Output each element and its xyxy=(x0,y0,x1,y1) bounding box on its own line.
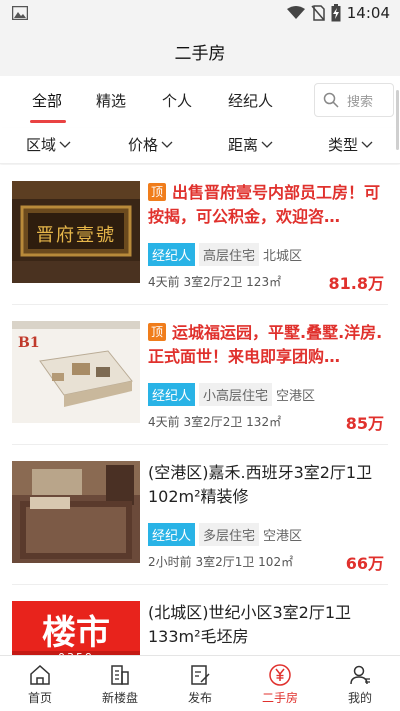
nav-label: 新楼盘 xyxy=(101,691,138,705)
listing-thumbnail: 楼市 0359 xyxy=(12,601,140,655)
search-icon xyxy=(323,92,339,108)
agent-tag: 经纪人 xyxy=(148,383,196,406)
list-item[interactable]: 晋府壹號 顶出售晋府壹号内部员工房！可按揭，可公积金，欢迎咨… 经纪人 高层住宅… xyxy=(0,165,400,305)
property-type-tag: 高层住宅 xyxy=(199,243,260,266)
tab-all[interactable]: 全部 xyxy=(32,90,62,111)
listing-info: 顶出售晋府壹号内部员工房！可按揭，可公积金，欢迎咨… 经纪人 高层住宅 北城区 … xyxy=(148,181,388,293)
nav-label: 发布 xyxy=(187,691,212,705)
agent-tag: 经纪人 xyxy=(148,523,196,546)
filter-type[interactable]: 类型 xyxy=(328,134,373,155)
battery-charging-icon xyxy=(331,4,341,22)
tabs-row: 全部 精选 个人 经纪人 搜索 xyxy=(0,76,400,128)
property-type-tag: 小高层住宅 xyxy=(199,383,273,406)
tab-personal[interactable]: 个人 xyxy=(162,90,192,111)
tab-agent[interactable]: 经纪人 xyxy=(228,90,273,111)
floorplan-label: B1 xyxy=(18,335,40,351)
property-type-tag: 多层住宅 xyxy=(199,523,260,546)
no-sim-icon xyxy=(311,5,325,21)
tab-featured[interactable]: 精选 xyxy=(96,90,126,111)
home-icon xyxy=(30,664,50,685)
listing-meta: 4天前 3室2厅2卫 123㎡ xyxy=(148,275,282,289)
listing-title[interactable]: (北城区)世纪小区3室2厅1卫133m²毛坯房 xyxy=(148,601,388,649)
listing-thumbnail: 晋府壹號 xyxy=(12,181,140,283)
clock: 14:04 xyxy=(346,4,390,22)
top-badge: 顶 xyxy=(148,183,166,201)
nav-label: 首页 xyxy=(27,691,52,705)
listing-price: 85万 xyxy=(345,414,384,433)
nav-new-homes[interactable]: 新楼盘 xyxy=(80,656,160,711)
listing-price: 66万 xyxy=(345,554,384,573)
thumbnail-sign-text: 晋府壹號 xyxy=(36,225,116,246)
search-placeholder: 搜索 xyxy=(347,94,374,110)
agent-tag: 经纪人 xyxy=(148,243,196,266)
listing-list[interactable]: 晋府壹號 顶出售晋府壹号内部员工房！可按揭，可公积金，欢迎咨… 经纪人 高层住宅… xyxy=(0,165,400,655)
filter-price[interactable]: 价格 xyxy=(128,134,173,155)
listing-info: (北城区)世纪小区3室2厅1卫133m²毛坯房 xyxy=(148,601,388,649)
yen-circle-icon xyxy=(269,664,291,686)
listing-info: (空港区)嘉禾.西班牙3室2厅1卫102m²精装修 经纪人 多层住宅 空港区 2… xyxy=(148,461,388,573)
listing-info: 顶运城福运园，平墅.叠墅.洋房.正式面世！来电即享团购… 经纪人 小高层住宅 空… xyxy=(148,321,388,433)
listing-meta: 2小时前 3室2厅1卫 102㎡ xyxy=(148,555,294,569)
nav-home[interactable]: 首页 xyxy=(0,656,80,711)
filter-label: 价格 xyxy=(128,136,159,154)
listing-price: 81.8万 xyxy=(328,274,384,293)
listing-title-text: 运城福运园，平墅.叠墅.洋房.正式面世！来电即享团购… xyxy=(148,323,383,366)
user-icon xyxy=(350,665,370,685)
listing-title-text: 出售晋府壹号内部员工房！可按揭，可公积金，欢迎咨… xyxy=(148,183,381,226)
filter-distance[interactable]: 距离 xyxy=(228,134,273,155)
active-tab-indicator xyxy=(30,120,66,123)
building-icon xyxy=(111,665,129,685)
scrollbar[interactable] xyxy=(396,90,399,150)
nav-profile[interactable]: 我的 xyxy=(320,656,400,711)
page-title: 二手房 xyxy=(174,43,226,64)
title-bar: 二手房 xyxy=(0,26,400,76)
nav-publish[interactable]: 发布 xyxy=(160,656,240,711)
listing-tags: 经纪人 高层住宅 北城区 xyxy=(148,243,302,266)
nav-label: 二手房 xyxy=(261,691,298,705)
list-item[interactable]: B1 顶运城福运园，平墅.叠墅.洋房.正式面世！来电即享团购… 经纪人 小高层住… xyxy=(0,305,400,445)
edit-document-icon xyxy=(191,665,210,685)
top-badge: 顶 xyxy=(148,323,166,341)
list-item[interactable]: 楼市 0359 (北城区)世纪小区3室2厅1卫133m²毛坯房 xyxy=(0,585,400,655)
listing-title[interactable]: 顶出售晋府壹号内部员工房！可按揭，可公积金，欢迎咨… xyxy=(148,181,388,229)
bottom-nav: 首页 新楼盘 发布 二手房 我的 xyxy=(0,655,400,711)
listing-title[interactable]: 顶运城福运园，平墅.叠墅.洋房.正式面世！来电即享团购… xyxy=(148,321,388,369)
thumbnail-logo-text: 楼市 xyxy=(42,613,110,653)
chevron-down-icon xyxy=(161,141,173,148)
list-item[interactable]: (空港区)嘉禾.西班牙3室2厅1卫102m²精装修 经纪人 多层住宅 空港区 2… xyxy=(0,445,400,585)
nav-label: 我的 xyxy=(347,691,372,705)
chevron-down-icon xyxy=(59,141,71,148)
listing-title[interactable]: (空港区)嘉禾.西班牙3室2厅1卫102m²精装修 xyxy=(148,461,388,509)
listing-tags: 经纪人 小高层住宅 空港区 xyxy=(148,383,315,406)
search-input[interactable]: 搜索 xyxy=(314,83,394,117)
listing-thumbnail xyxy=(12,461,140,563)
status-bar: 14:04 xyxy=(0,0,400,26)
chevron-down-icon xyxy=(261,141,273,148)
status-icons: 14:04 xyxy=(286,3,390,23)
district-tag: 空港区 xyxy=(276,389,316,404)
listing-thumbnail: B1 xyxy=(12,321,140,423)
filter-label: 距离 xyxy=(228,136,259,154)
nav-second-hand[interactable]: 二手房 xyxy=(240,656,320,711)
filter-label: 类型 xyxy=(328,136,359,154)
wifi-icon xyxy=(286,6,305,19)
filter-row: 区域 价格 距离 类型 xyxy=(0,128,400,164)
image-notification-icon xyxy=(12,6,28,20)
district-tag: 空港区 xyxy=(263,529,303,544)
filter-region[interactable]: 区域 xyxy=(26,134,71,155)
filter-label: 区域 xyxy=(26,136,57,154)
listing-tags: 经纪人 多层住宅 空港区 xyxy=(148,523,302,546)
chevron-down-icon xyxy=(361,141,373,148)
district-tag: 北城区 xyxy=(263,249,303,264)
listing-meta: 4天前 3室2厅2卫 132㎡ xyxy=(148,415,282,429)
